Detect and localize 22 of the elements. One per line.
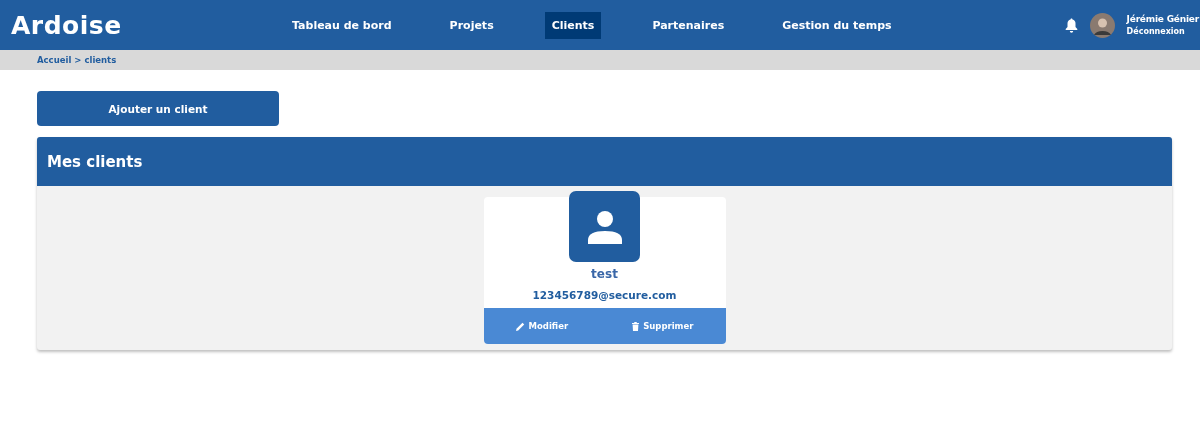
bell-icon[interactable] — [1064, 17, 1078, 33]
nav-link[interactable]: Gestion du temps — [775, 11, 899, 39]
client-email: 123456789@secure.com — [532, 289, 677, 301]
person-icon — [587, 209, 622, 244]
user-avatar[interactable] — [1089, 12, 1115, 38]
pencil-icon — [515, 321, 525, 331]
add-client-button[interactable]: Ajouter un client — [37, 91, 279, 126]
client-name: test — [591, 267, 618, 281]
logo: Ardoise — [11, 10, 123, 40]
logout-link[interactable]: Déconnexion — [1126, 27, 1199, 36]
user-name: Jérémie Génier — [1126, 14, 1199, 24]
panel-title: Mes clients — [37, 137, 1172, 186]
nav-link[interactable]: Partenaires — [645, 11, 732, 39]
breadcrumb-current: clients — [84, 55, 117, 65]
breadcrumb-separator: > — [74, 55, 82, 65]
nav-link[interactable]: Clients — [544, 11, 602, 39]
edit-button[interactable]: Modifier — [509, 320, 575, 332]
trash-icon — [632, 321, 640, 331]
delete-button[interactable]: Supprimer — [626, 320, 700, 332]
nav-link[interactable]: Tableau de bord — [285, 11, 399, 39]
breadcrumb-link[interactable]: Accueil — [37, 55, 72, 65]
nav-link[interactable]: Projets — [442, 11, 501, 39]
